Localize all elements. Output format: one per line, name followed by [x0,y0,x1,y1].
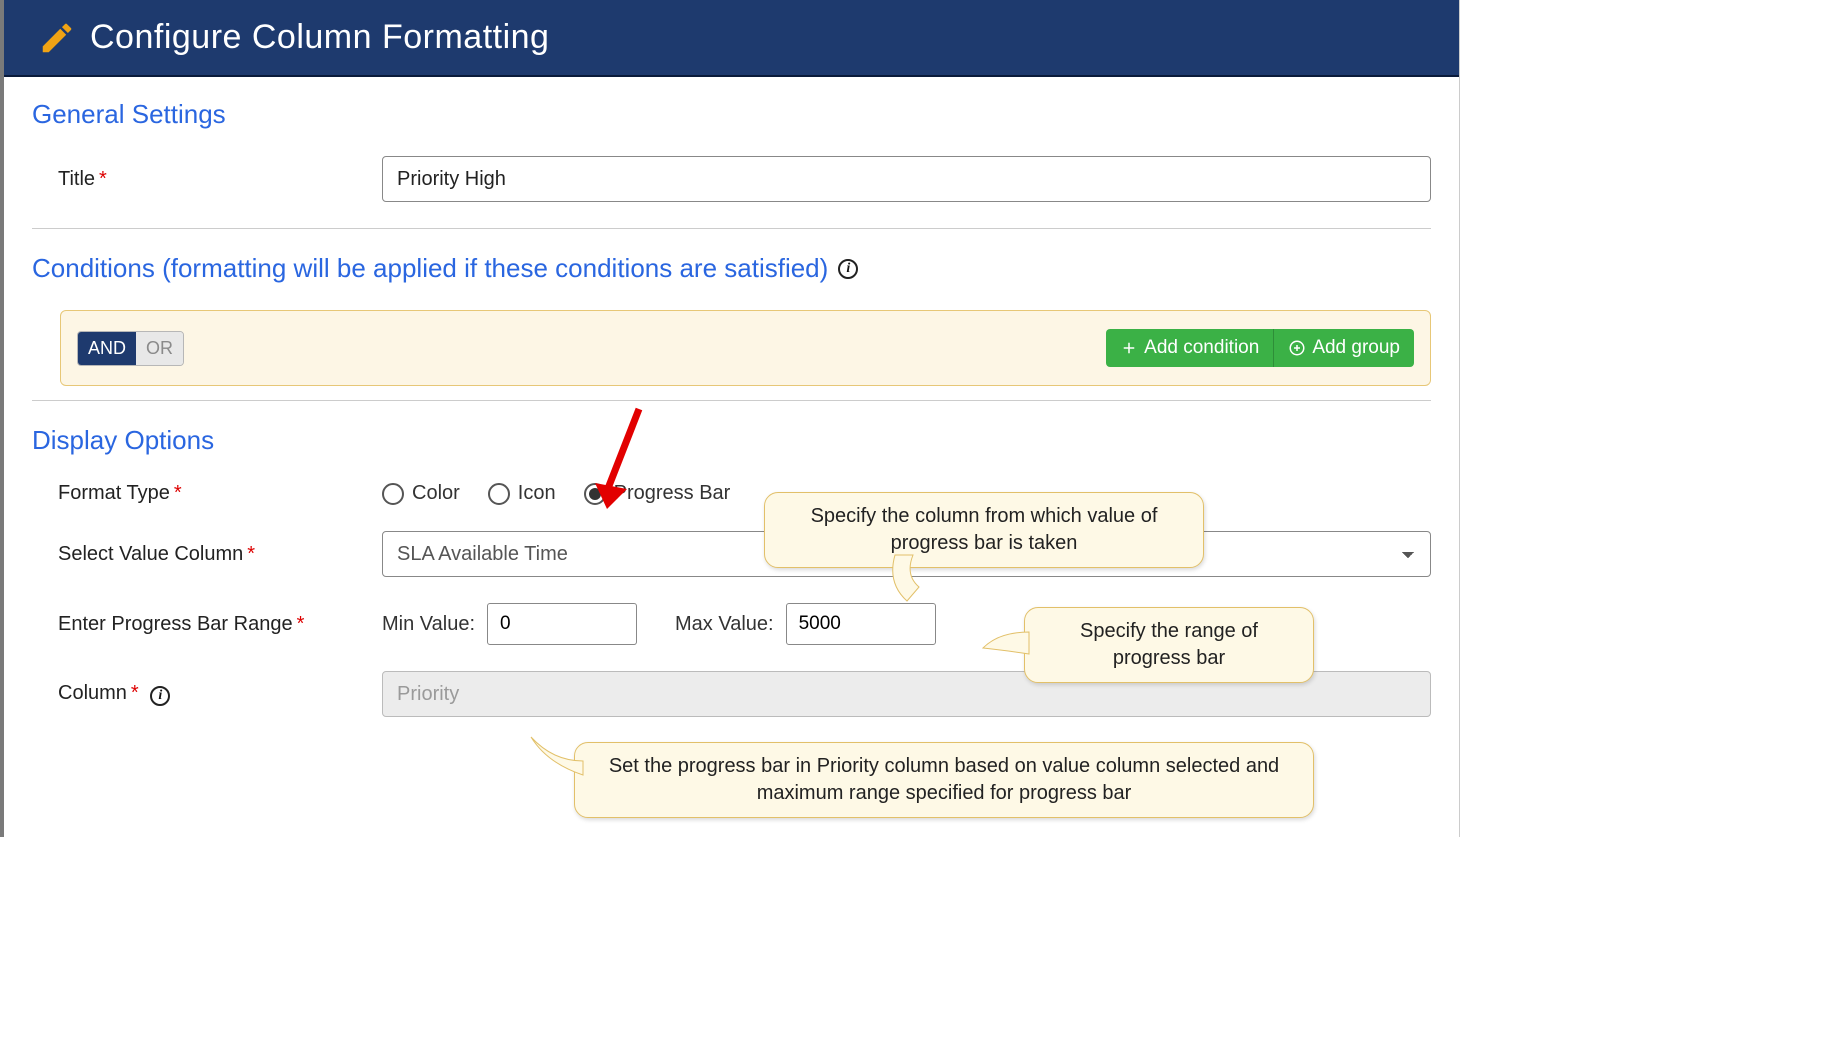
conditions-panel: AND OR Add condition Add group [60,310,1431,386]
dialog-header: Configure Column Formatting [4,0,1459,77]
label-select-value-column: Select Value Column* [32,543,382,566]
radio-icon[interactable]: Icon [488,482,556,505]
min-value-input[interactable] [487,603,637,645]
label-min-value: Min Value: [382,613,475,636]
toggle-or[interactable]: OR [136,332,183,365]
info-icon[interactable]: i [150,686,170,706]
radio-circle-icon [382,483,404,505]
radio-circle-icon [488,483,510,505]
label-column: Column* i [32,682,382,706]
add-group-button[interactable]: Add group [1274,329,1414,367]
row-select-value-column: Select Value Column* SLA Available Time [32,531,1431,577]
title-input[interactable] [382,156,1431,202]
add-condition-button[interactable]: Add condition [1106,329,1274,367]
info-icon[interactable]: i [838,259,858,279]
dialog-title: Configure Column Formatting [90,18,549,57]
annotation-callout-range: Specify the range of progress bar [1024,607,1314,683]
plus-icon [1120,339,1138,357]
callout-tail-icon [527,733,587,783]
section-general-title: General Settings [32,99,1431,130]
label-max-value: Max Value: [675,613,774,636]
callout-tail-icon [885,553,945,613]
section-conditions-title: Conditions (formatting will be applied i… [32,253,1431,284]
plus-circle-icon [1288,339,1306,357]
annotation-callout-column: Set the progress bar in Priority column … [574,742,1314,818]
radio-color[interactable]: Color [382,482,460,505]
row-format-type: Format Type* Color Icon Progress Bar [32,482,1431,505]
toggle-and[interactable]: AND [78,332,136,365]
required-marker: * [99,168,107,190]
divider [32,228,1431,229]
row-title: Title* [32,156,1431,202]
annotation-callout-value-column: Specify the column from which value of p… [764,492,1204,568]
range-inputs: Min Value: Max Value: [382,603,936,645]
label-title: Title* [32,168,382,191]
conditions-buttons: Add condition Add group [1106,329,1414,367]
pencil-icon [38,19,76,57]
and-or-toggle[interactable]: AND OR [77,331,184,366]
annotation-arrow-icon [589,399,669,519]
callout-tail-icon [981,626,1031,666]
divider [32,400,1431,401]
section-display-title: Display Options [32,425,1431,456]
format-type-radios: Color Icon Progress Bar [382,482,730,505]
label-progress-range: Enter Progress Bar Range* [32,613,382,636]
label-format-type: Format Type* [32,482,382,505]
